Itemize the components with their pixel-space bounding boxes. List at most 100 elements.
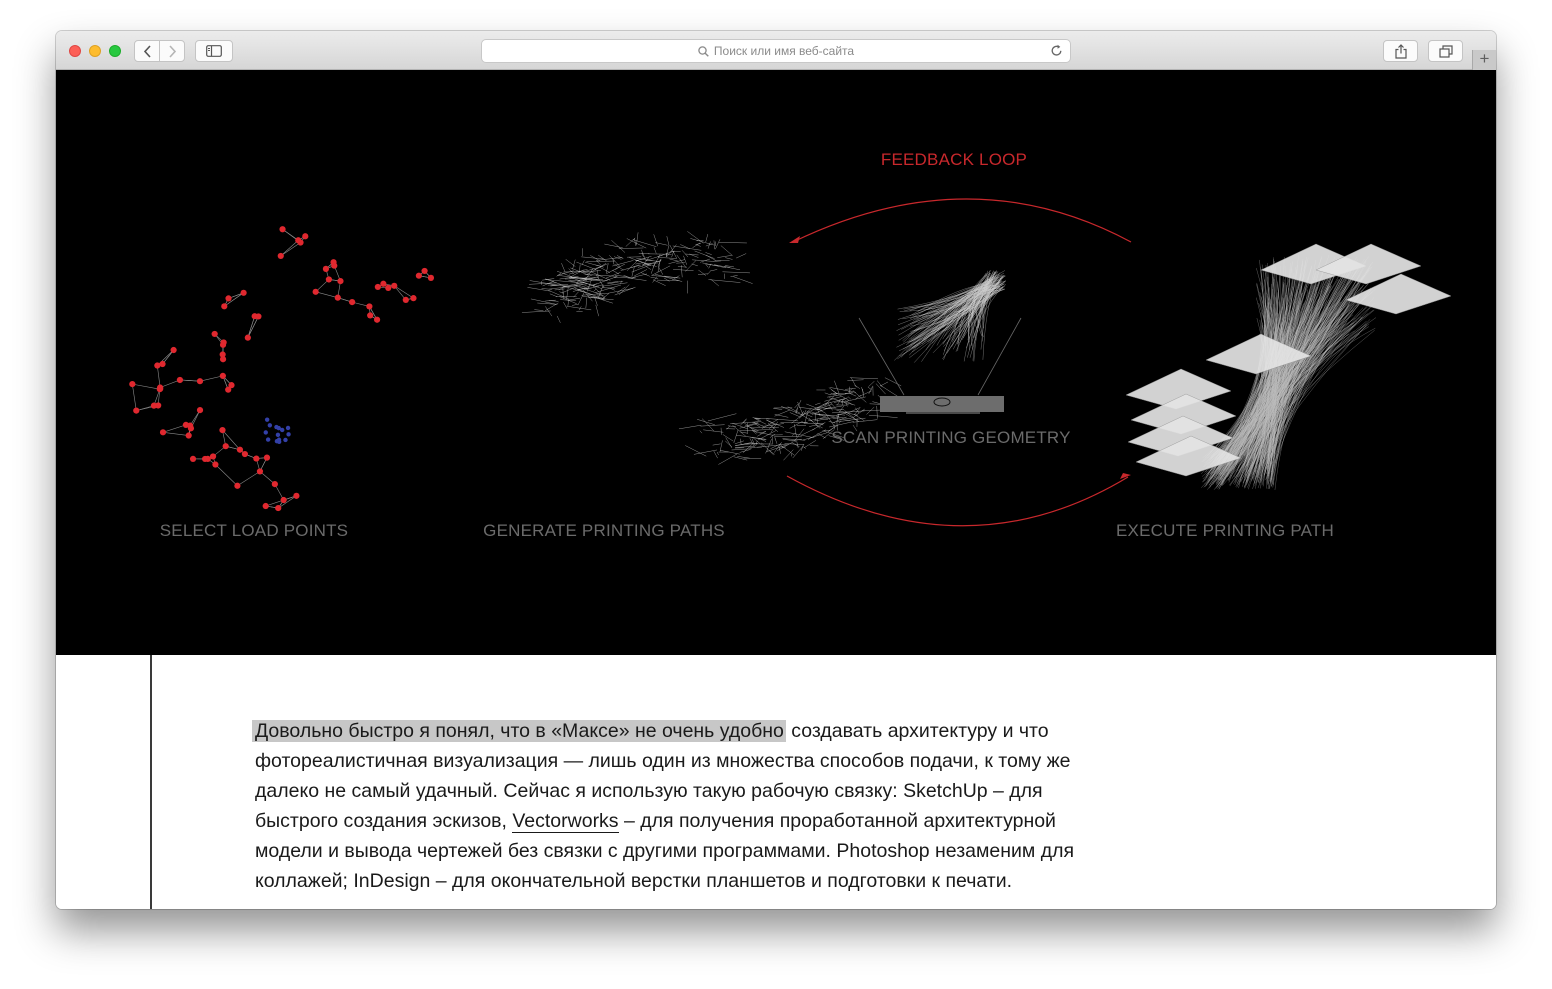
load-point — [256, 468, 264, 475]
load-point — [402, 296, 409, 304]
anchor-point — [275, 432, 281, 438]
chevron-right-icon — [168, 44, 176, 58]
executed-structure-mesh — [1125, 243, 1452, 490]
load-point — [366, 303, 373, 310]
load-point — [182, 421, 190, 428]
load-point — [155, 402, 162, 409]
load-point — [349, 299, 356, 306]
load-points-network — [129, 226, 435, 512]
load-point — [209, 453, 217, 460]
forward-button[interactable] — [159, 40, 185, 62]
margin-rule — [150, 655, 152, 909]
load-point — [196, 378, 204, 385]
back-button[interactable] — [134, 40, 160, 62]
load-point — [251, 313, 258, 320]
feedback-arrow-bottom — [786, 475, 1129, 527]
address-placeholder: Поиск или имя веб-сайта — [713, 44, 855, 58]
load-point — [312, 288, 319, 295]
process-diagram — [129, 198, 1452, 527]
load-point — [212, 461, 219, 468]
load-point — [374, 283, 381, 291]
load-point — [219, 427, 226, 434]
fullscreen-window-button[interactable] — [109, 45, 121, 57]
scan-beam-left — [858, 317, 905, 396]
load-point — [380, 280, 387, 287]
load-point — [220, 339, 227, 346]
load-point — [159, 360, 166, 368]
load-point — [222, 443, 229, 450]
chevron-left-icon — [143, 44, 151, 58]
process-figure: FEEDBACK LOOP SELECT LOAD POINTS GENERAT… — [56, 70, 1496, 655]
load-point — [391, 282, 398, 289]
anchor-point — [283, 437, 288, 443]
scan-beam-right — [977, 317, 1022, 396]
load-point — [385, 284, 392, 291]
load-point — [244, 334, 251, 341]
scan-geometry-illustration — [858, 270, 1022, 414]
feedback-loop-arrows — [786, 198, 1132, 527]
article-paragraph: Довольно быстро я понял, что в «Максе» н… — [252, 716, 1095, 896]
load-point — [219, 351, 226, 358]
load-point — [263, 454, 271, 461]
load-point — [271, 480, 278, 488]
anchor-point — [285, 425, 291, 431]
arrowhead-left — [789, 236, 800, 243]
show-tabs-button[interactable] — [1428, 40, 1463, 62]
step-label-execute-path: EXECUTE PRINTING PATH — [1116, 521, 1334, 540]
load-point — [322, 265, 330, 272]
tabs-icon — [1438, 44, 1453, 58]
load-point — [427, 274, 435, 281]
title-bar: Поиск или имя веб-сайта + — [56, 31, 1496, 70]
load-point — [275, 504, 282, 512]
load-point — [373, 316, 381, 323]
share-icon — [1394, 43, 1407, 59]
load-point — [225, 295, 232, 302]
load-point — [262, 502, 269, 510]
anchor-point — [267, 423, 273, 428]
load-point — [228, 382, 235, 389]
load-point — [410, 295, 417, 302]
close-window-button[interactable] — [69, 45, 81, 57]
load-point — [279, 226, 286, 233]
load-point — [189, 455, 197, 462]
anchor-point — [265, 437, 271, 442]
sidebar-button[interactable] — [195, 40, 233, 62]
navigation-buttons — [134, 40, 185, 62]
anchor-point — [276, 439, 282, 444]
load-point — [331, 262, 338, 269]
load-point — [241, 450, 248, 458]
load-point — [236, 446, 244, 453]
new-tab-button[interactable]: + — [1472, 50, 1496, 70]
step-label-generate-paths: GENERATE PRINTING PATHS — [483, 521, 725, 540]
load-point — [280, 496, 287, 504]
load-point — [295, 237, 302, 244]
load-point — [170, 346, 177, 354]
highlighted-text: Довольно быстро я понял, что в «Максе» н… — [252, 720, 786, 742]
load-point — [415, 272, 422, 279]
load-point — [221, 303, 228, 310]
share-button[interactable] — [1383, 40, 1418, 62]
reload-icon[interactable] — [1050, 44, 1063, 57]
vectorworks-link[interactable]: Vectorworks — [512, 810, 619, 833]
load-point-links — [132, 229, 432, 509]
browser-window: Поиск или имя веб-сайта + FEEDBACK LOOP … — [56, 31, 1496, 909]
load-point — [201, 455, 209, 463]
load-point — [293, 492, 300, 499]
anchor-point — [263, 430, 268, 435]
load-point — [159, 429, 167, 436]
load-point — [367, 312, 374, 319]
load-point — [176, 376, 184, 384]
step-label-load-points: SELECT LOAD POINTS — [159, 521, 349, 540]
feedback-loop-label: FEEDBACK LOOP — [880, 150, 1028, 169]
load-point — [129, 381, 136, 388]
load-point — [157, 385, 164, 392]
load-point — [185, 432, 192, 439]
minimize-window-button[interactable] — [89, 45, 101, 57]
load-point — [211, 330, 218, 338]
sidebar-icon — [206, 45, 222, 57]
anchor-point — [280, 427, 285, 433]
address-bar[interactable]: Поиск или имя веб-сайта — [481, 39, 1071, 63]
load-point — [219, 372, 226, 379]
load-point — [196, 407, 204, 414]
load-point — [325, 276, 332, 283]
